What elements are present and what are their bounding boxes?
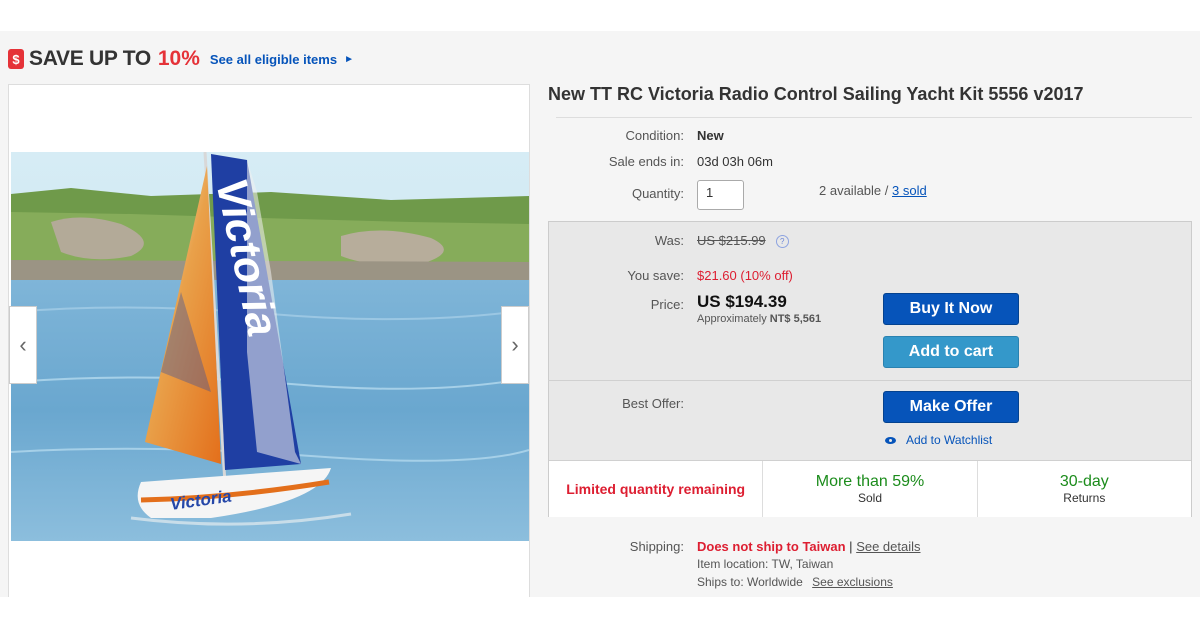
eligible-items-link[interactable]: See all eligible items	[210, 52, 337, 67]
returns-label: Returns	[1063, 491, 1106, 505]
add-to-cart-button[interactable]: Add to cart	[883, 336, 1019, 368]
price-label: Price:	[650, 297, 684, 312]
ships-to: Ships to: Worldwide	[697, 575, 803, 589]
best-offer-label: Best Offer:	[622, 396, 684, 411]
quantity-label: Quantity:	[631, 186, 684, 201]
title-divider	[556, 117, 1192, 118]
listing-title: New TT RC Victoria Radio Control Sailing…	[548, 84, 1084, 104]
sold-count-link[interactable]: 3 sold	[892, 183, 927, 198]
see-details-link[interactable]: See details	[856, 539, 920, 554]
info-icon[interactable]: ?	[775, 235, 789, 249]
was-price: US $215.99	[697, 233, 766, 248]
price-value: US $194.39	[697, 292, 787, 311]
returns-value: 30-day	[1059, 473, 1109, 490]
see-exclusions-link[interactable]: See exclusions	[812, 575, 893, 589]
chevron-right-icon[interactable]: ›	[501, 306, 529, 384]
available-count: 2 available /	[819, 183, 889, 198]
condition-label: Condition:	[625, 128, 684, 143]
you-save-label: You save:	[627, 268, 684, 283]
stats-row: Limited quantity remaining More than 59%…	[549, 460, 1191, 517]
product-photo[interactable]: Victoria Victoria	[11, 152, 529, 541]
condition-value: New	[697, 128, 724, 143]
save-percent: 10%	[157, 47, 200, 70]
price-panel-divider	[548, 380, 1192, 381]
buy-it-now-button[interactable]: Buy It Now	[883, 293, 1019, 325]
sale-ends-label: Sale ends in:	[608, 154, 684, 169]
approx-price: Approximately NT$ 5,561	[697, 313, 821, 325]
price-tag-icon: $	[8, 49, 24, 69]
stat-limited: Limited quantity remaining	[549, 461, 764, 517]
stat-sold: More than 59% Sold	[763, 461, 978, 517]
was-label: Was:	[654, 233, 684, 248]
you-save-value: $21.60 (10% off)	[697, 268, 793, 283]
shipping-row: Does not ship to Taiwan | See details	[697, 539, 921, 554]
add-to-watchlist-link[interactable]: Add to Watchlist	[885, 433, 992, 447]
play-arrow-icon[interactable]: ►	[344, 54, 354, 65]
shipping-status: Does not ship to Taiwan	[697, 539, 846, 554]
watchlist-label: Add to Watchlist	[906, 433, 993, 447]
approx-prefix: Approximately	[697, 313, 767, 325]
sale-ends-value: 03d 03h 06m	[697, 154, 773, 169]
was-price-row: US $215.99?	[697, 233, 789, 249]
make-offer-button[interactable]: Make Offer	[883, 391, 1019, 423]
availability-info: 2 available / 3 sold	[819, 183, 927, 198]
quantity-input[interactable]: 1	[697, 180, 744, 210]
sold-label: Sold	[857, 491, 882, 505]
sold-percent: More than 59%	[815, 473, 925, 490]
shipping-separator: |	[849, 539, 853, 554]
save-text: SAVE UP TO	[29, 47, 151, 70]
eye-icon	[885, 436, 896, 444]
promo-banner: $ SAVE UP TO 10% See all eligible items …	[8, 45, 354, 73]
shipping-label: Shipping:	[629, 539, 684, 554]
approx-value: NT$ 5,561	[769, 313, 822, 325]
ships-to-row: Ships to: Worldwide See exclusions	[697, 575, 893, 589]
stat-returns: 30-day Returns	[978, 461, 1191, 517]
item-location: Item location: TW, Taiwan	[697, 557, 834, 571]
chevron-left-icon[interactable]: ‹	[9, 306, 37, 384]
limited-quantity-text: Limited quantity remaining	[566, 481, 746, 497]
image-gallery: Victoria Victoria ‹ ›	[8, 84, 530, 597]
